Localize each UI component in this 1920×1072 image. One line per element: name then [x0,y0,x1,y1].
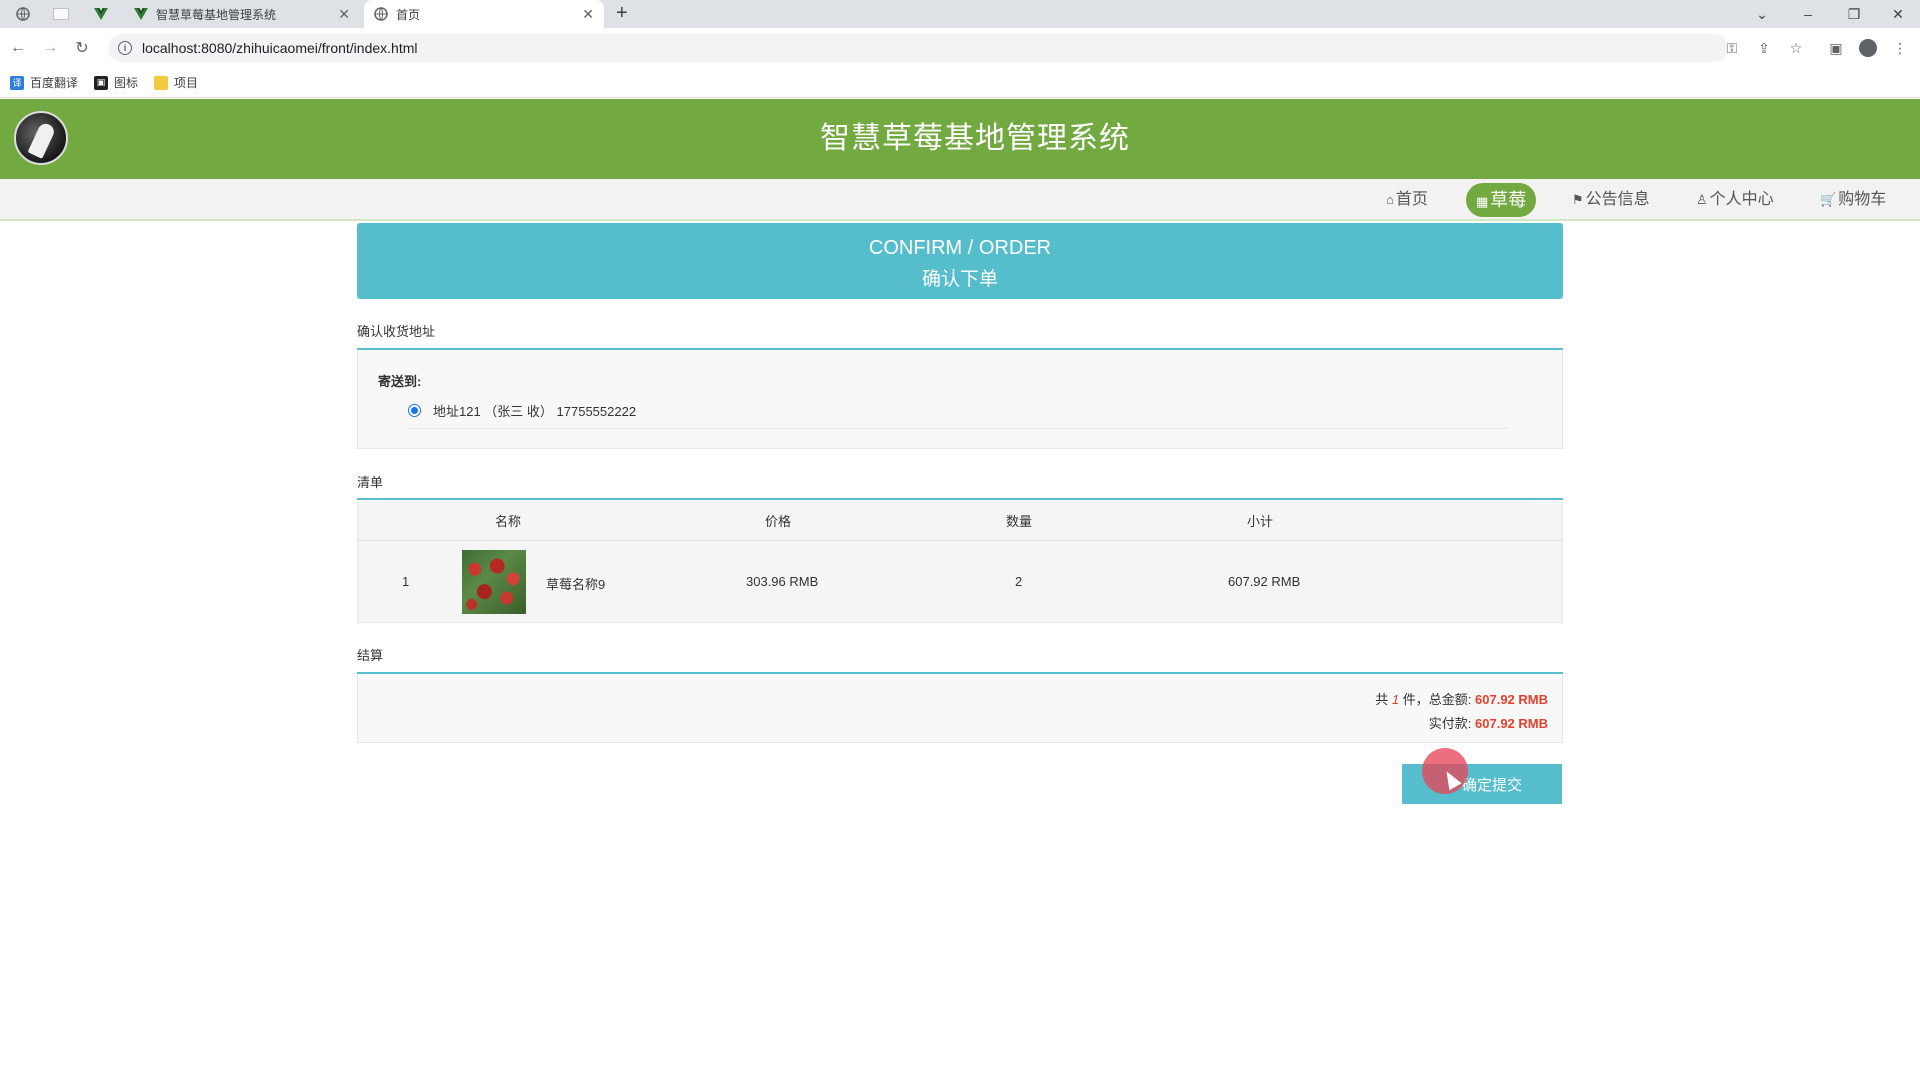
address-option[interactable]: 地址121 （张三 收） 17755552222 [408,401,1508,429]
ship-to-label: 寄送到: [378,374,422,389]
total-line: 共 1 件，总金额: 607.92 RMB [1375,689,1548,708]
paid-label: 实付款: [1428,716,1472,731]
settle-section-title: 结算 [357,648,384,663]
count-suffix: 件，总金额: [1402,692,1472,707]
divider [358,540,1562,541]
col-header-subtotal: 小计 [1247,514,1274,529]
nav-label: 首页 [1395,191,1428,208]
nav-home[interactable]: ⌂ 首页 [1376,183,1438,217]
tab-system[interactable]: 智慧草莓基地管理系统 ✕ [124,0,360,28]
sidepanel-icon[interactable]: ▣ [1826,38,1846,58]
product-name: 草莓名称9 [546,577,606,592]
banner-title-cn: 确认下单 [921,269,998,290]
divider [357,498,1563,500]
globe-icon [374,7,388,21]
close-icon[interactable]: ✕ [338,6,350,23]
nav-notice[interactable]: ⚑ 公告信息 [1562,183,1660,217]
banner-title-en: CONFIRM / ORDER [868,237,1052,259]
blank-tab-icon[interactable] [44,0,78,28]
address-radio[interactable] [408,404,421,417]
minimize-button[interactable]: – [1786,0,1830,28]
paid-line: 实付款: 607.92 RMB [1429,713,1548,732]
bookmark-label: 图标 [114,76,139,90]
address-section-title: 确认收货地址 [357,324,436,339]
paid-amount: 607.92 RMB [1475,716,1548,731]
nav-label: 公告信息 [1585,191,1650,208]
product-thumbnail[interactable] [462,550,526,614]
close-window-button[interactable]: ✕ [1876,0,1920,28]
item-count: 1 [1391,692,1400,707]
tab-title: 首页 [396,7,421,22]
back-icon[interactable]: ← [6,36,30,60]
bookmark-item[interactable]: ▣ 图标 [94,74,138,91]
address-bar: ← → ↻ i localhost:8080/zhihuicaomei/fron… [0,28,1920,68]
vue-icon [134,7,148,21]
bookmark-label: 百度翻译 [30,76,79,90]
bookmark-label: 项目 [174,76,199,90]
bookmark-item[interactable]: 译 百度翻译 [10,74,78,91]
browser-tab-bar: 智慧草莓基地管理系统 ✕ 首页 ✕ + ⌄ – ❐ ✕ [0,0,1920,28]
home-icon: ⌂ [1386,192,1394,207]
product-price: 303.96 RMB [746,574,819,589]
site-header: 智慧草莓基地管理系统 [0,99,1920,179]
globe-icon[interactable] [8,0,38,28]
vue-icon[interactable] [86,0,116,28]
row-index: 1 [402,574,410,589]
count-prefix: 共 [1375,692,1389,707]
bookmarks-bar: 译 百度翻译 ▣ 图标 项目 [0,68,1920,98]
translate-icon: 译 [10,75,24,90]
close-icon[interactable]: ✕ [582,6,594,23]
col-header-price: 价格 [765,514,792,529]
col-header-qty: 数量 [1006,514,1033,529]
nav-profile[interactable]: ♙ 个人中心 [1686,183,1784,217]
tab-home[interactable]: 首页 ✕ [364,0,604,28]
cart-icon: 🛒 [1820,192,1837,207]
site-title: 智慧草莓基地管理系统 [820,122,1130,155]
nav-label: 个人中心 [1709,191,1774,208]
nav-label: 购物车 [1838,191,1887,208]
key-icon[interactable]: ⚿ [1722,38,1742,58]
user-icon: ♙ [1696,192,1708,207]
info-icon[interactable]: i [118,41,132,55]
image-icon: ▣ [94,75,109,90]
settlement-box: 共 1 件，总金额: 607.92 RMB 实付款: 607.92 RMB [357,675,1563,743]
tab-title: 智慧草莓基地管理系统 [156,7,277,22]
bookmark-item[interactable]: 项目 [154,74,198,91]
total-amount: 607.92 RMB [1475,692,1548,707]
menu-icon[interactable]: ⋮ [1890,38,1910,58]
reload-icon[interactable]: ↻ [70,36,94,60]
address-text: 地址121 （张三 收） 17755552222 [433,404,637,419]
site-nav: ⌂ 首页 ▦ 草莓 ⚑ 公告信息 ♙ 个人中心 🛒 购物车 [0,179,1920,221]
restore-button[interactable]: ❐ [1832,0,1876,28]
col-header-name: 名称 [495,514,522,529]
flag-icon: ⚑ [1572,192,1584,207]
list-section-title: 清单 [357,475,384,490]
product-subtotal: 607.92 RMB [1228,574,1301,589]
nav-strawberry[interactable]: ▦ 草莓 [1466,183,1537,217]
address-box: 寄送到: 地址121 （张三 收） 17755552222 [357,351,1563,449]
order-table: 名称 价格 数量 小计 1 草莓名称9 303.96 RMB 2 607.92 … [357,501,1563,623]
profile-icon[interactable] [1858,38,1878,58]
forward-icon[interactable]: → [38,36,62,60]
divider [357,672,1563,674]
url-field[interactable]: i localhost:8080/zhihuicaomei/front/inde… [108,34,1728,62]
folder-icon [154,75,169,90]
new-tab-button[interactable]: + [616,2,628,25]
confirm-order-banner: CONFIRM / ORDER 确认下单 [357,223,1563,299]
url-text: localhost:8080/zhihuicaomei/front/index.… [142,40,418,56]
grid-icon: ▦ [1476,194,1489,209]
product-qty: 2 [1015,574,1023,589]
nav-cart[interactable]: 🛒 购物车 [1810,183,1896,217]
nav-label: 草莓 [1490,190,1527,210]
share-icon[interactable]: ⇪ [1754,38,1774,58]
tab-search-icon[interactable]: ⌄ [1740,0,1784,28]
star-icon[interactable]: ☆ [1786,38,1806,58]
divider [357,348,1563,350]
